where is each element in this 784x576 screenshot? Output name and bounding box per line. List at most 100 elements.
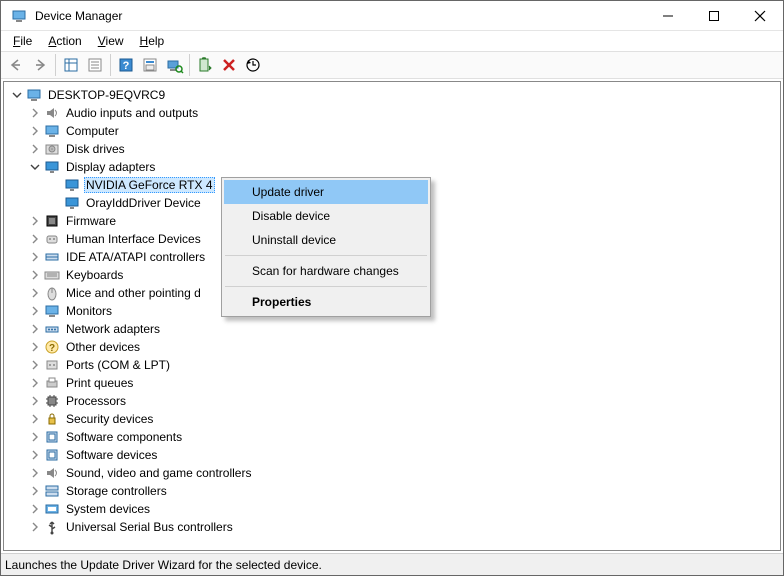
toolbar-enable-button[interactable] (193, 53, 217, 77)
menu-action[interactable]: Action (40, 33, 89, 49)
tree-category-label: Security devices (64, 412, 155, 426)
tree-category[interactable]: System devices (8, 500, 780, 518)
expand-icon[interactable] (28, 250, 42, 264)
expand-icon[interactable] (28, 124, 42, 138)
tree-category[interactable]: ?Other devices (8, 338, 780, 356)
expand-icon[interactable] (28, 412, 42, 426)
tree-category-label: Processors (64, 394, 128, 408)
expand-icon[interactable] (28, 502, 42, 516)
expand-icon[interactable] (28, 358, 42, 372)
tree-category[interactable]: Processors (8, 392, 780, 410)
toolbar-show-hidden-button[interactable] (59, 53, 83, 77)
expand-icon[interactable] (28, 394, 42, 408)
expand-icon[interactable] (28, 448, 42, 462)
expand-icon[interactable] (28, 268, 42, 282)
tree-category[interactable]: Computer (8, 122, 780, 140)
security-icon (44, 411, 60, 427)
expand-icon[interactable] (28, 430, 42, 444)
tree-root[interactable]: DESKTOP-9EQVRC9 (8, 86, 780, 104)
tree-category[interactable]: Software components (8, 428, 780, 446)
expand-icon[interactable] (28, 304, 42, 318)
spacer (48, 178, 62, 192)
collapse-icon[interactable] (10, 88, 24, 102)
context-uninstall-device[interactable]: Uninstall device (224, 228, 428, 252)
menu-help[interactable]: Help (132, 33, 173, 49)
menu-view[interactable]: View (90, 33, 132, 49)
expand-icon[interactable] (28, 466, 42, 480)
context-scan-for-hardware-changes[interactable]: Scan for hardware changes (224, 259, 428, 283)
toolbar-scan-button[interactable] (162, 53, 186, 77)
context-disable-device[interactable]: Disable device (224, 204, 428, 228)
context-update-driver[interactable]: Update driver (224, 180, 428, 204)
cpu-icon (44, 393, 60, 409)
titlebar[interactable]: Device Manager (1, 1, 783, 31)
expand-icon[interactable] (28, 214, 42, 228)
toolbar-update-button[interactable] (241, 53, 265, 77)
expand-icon[interactable] (28, 286, 42, 300)
toolbar-separator (110, 54, 111, 76)
expand-icon[interactable] (28, 322, 42, 336)
tree-category-label: Universal Serial Bus controllers (64, 520, 235, 534)
expand-icon[interactable] (28, 376, 42, 390)
expand-icon[interactable] (28, 484, 42, 498)
display-icon (44, 159, 60, 175)
tree-root-label: DESKTOP-9EQVRC9 (46, 88, 167, 102)
app-icon (9, 6, 29, 26)
tree-category-label: Storage controllers (64, 484, 169, 498)
toolbar-action-button[interactable] (138, 53, 162, 77)
ide-icon (44, 249, 60, 265)
audio-icon (44, 465, 60, 481)
tree-category[interactable]: Network adapters (8, 320, 780, 338)
monitor-icon (44, 303, 60, 319)
tree-category[interactable]: Disk drives (8, 140, 780, 158)
tree-category-label: Audio inputs and outputs (64, 106, 200, 120)
toolbar-separator (55, 54, 56, 76)
tree-category[interactable]: Software devices (8, 446, 780, 464)
expand-icon[interactable] (28, 106, 42, 120)
disk-icon (44, 141, 60, 157)
tree-category[interactable]: Ports (COM & LPT) (8, 356, 780, 374)
mouse-icon (44, 285, 60, 301)
expand-icon[interactable] (28, 142, 42, 156)
minimize-button[interactable] (645, 1, 691, 31)
tree-category-label: Ports (COM & LPT) (64, 358, 172, 372)
expand-icon[interactable] (28, 340, 42, 354)
firmware-icon (44, 213, 60, 229)
spacer (48, 196, 62, 210)
display-icon (64, 177, 80, 193)
toolbar-forward-button (28, 53, 52, 77)
maximize-button[interactable] (691, 1, 737, 31)
expand-icon[interactable] (28, 520, 42, 534)
device-tree[interactable]: DESKTOP-9EQVRC9 Audio inputs and outputs C… (3, 81, 781, 551)
tree-category-label: Software devices (64, 448, 159, 462)
tree-category[interactable]: Security devices (8, 410, 780, 428)
toolbar-help-button[interactable]: ? (114, 53, 138, 77)
toolbar-uninstall-button[interactable] (217, 53, 241, 77)
tree-category[interactable]: Sound, video and game controllers (8, 464, 780, 482)
tree-category[interactable]: Storage controllers (8, 482, 780, 500)
tree-category[interactable]: Audio inputs and outputs (8, 104, 780, 122)
toolbar-properties-button[interactable] (83, 53, 107, 77)
context-properties[interactable]: Properties (224, 290, 428, 314)
software-icon (44, 447, 60, 463)
display-icon (64, 195, 80, 211)
tree-category[interactable]: Print queues (8, 374, 780, 392)
context-menu: Update driverDisable deviceUninstall dev… (221, 177, 431, 317)
tree-category[interactable]: Display adapters (8, 158, 780, 176)
computer-icon (26, 87, 42, 103)
other-icon: ? (44, 339, 60, 355)
menu-file[interactable]: File (5, 33, 40, 49)
tree-category-label: Computer (64, 124, 121, 138)
tree-category-label: Keyboards (64, 268, 125, 282)
expand-icon[interactable] (28, 232, 42, 246)
svg-text:?: ? (49, 343, 55, 354)
window-title: Device Manager (35, 9, 122, 23)
close-button[interactable] (737, 1, 783, 31)
tree-category-label: Display adapters (64, 160, 157, 174)
tree-category-label: Mice and other pointing d (64, 286, 203, 300)
context-menu-separator (225, 255, 427, 256)
collapse-icon[interactable] (28, 160, 42, 174)
usb-icon (44, 519, 60, 535)
tree-category[interactable]: Universal Serial Bus controllers (8, 518, 780, 536)
tree-category-label: Network adapters (64, 322, 162, 336)
